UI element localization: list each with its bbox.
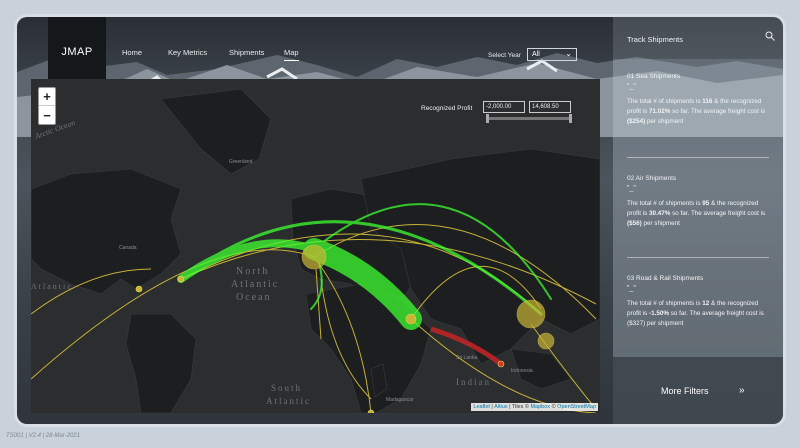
node [537,332,555,350]
card-heading: 03 Road & Rail Shipments [627,275,704,282]
osm-link[interactable]: OpenStreetMap [557,404,596,410]
card-dash: "_" [627,185,636,192]
card-body: The total # of shipments is 95 & the rec… [627,200,766,227]
south-america-shape [125,313,197,413]
year-select-value: All [532,51,540,58]
place-label: Canada [119,245,137,251]
nav-shipments[interactable]: Shipments [229,48,264,57]
card-heading: 01 Sea Shipments [627,73,681,80]
map-canvas[interactable]: North Atlantic Ocean South Atlantic Indi… [31,79,600,413]
card-dash: "_" [627,83,636,90]
mapbox-link[interactable]: Mapbox [530,404,550,410]
nav-key-metrics[interactable]: Key Metrics [168,48,207,57]
place-label: Indonesia [511,368,533,374]
node [497,360,505,368]
more-filters-label: More Filters [661,385,709,396]
ocean-label: Ocean [236,292,272,303]
node [135,285,143,293]
card-body: The total # of shipments is 116 & the re… [627,98,766,125]
double-chevron-right-icon: » [739,385,745,396]
shipment-map[interactable]: North Atlantic Ocean South Atlantic Indi… [31,79,600,413]
zoom-out-button[interactable]: − [39,106,55,124]
place-label: Madagascar [386,397,414,403]
place-label: Greenland [229,159,253,165]
nav-home[interactable]: Home [122,48,142,57]
node [516,299,546,329]
card-sea-shipments[interactable]: 01 Sea Shipments "_" The total # of ship… [627,73,769,127]
search-icon[interactable] [765,31,775,41]
slider-handle-max[interactable] [569,114,572,123]
zoom-in-button[interactable]: + [39,88,55,106]
leaflet-link[interactable]: Leaflet [473,404,490,410]
shipment-cards: 01 Sea Shipments "_" The total # of ship… [613,59,783,357]
divider [627,257,769,258]
ocean-label: South [271,383,302,393]
profit-min-input[interactable]: -2,000.00 [483,101,525,113]
node [405,313,417,325]
more-filters-button[interactable]: More Filters » [613,357,783,424]
app-logo[interactable]: JMAP [48,17,106,87]
node [177,275,185,283]
profit-range-slider[interactable] [486,114,572,123]
app-frame: JMAP Home Key Metrics Shipments Map Sele… [17,17,783,424]
year-select[interactable]: All ⌄ [527,48,577,61]
slider-handle-min[interactable] [486,114,489,123]
card-heading: 02 Air Shipments [627,175,677,182]
track-shipments-panel: Track Shipments 01 Sea Shipments "_" The… [613,17,783,424]
altius-link[interactable]: Altius [494,404,507,410]
ocean-label: Atlantic [31,282,73,291]
greenland-shape [160,88,272,175]
zoom-control: + − [38,87,56,125]
chevron-down-icon: ⌄ [565,49,572,58]
select-year-label: Select Year [488,52,521,59]
ocean-label: North [236,266,269,277]
recognized-profit-label: Recognized Profit [421,105,473,112]
nav-map[interactable]: Map [284,48,299,61]
panel-title: Track Shipments [627,35,683,44]
card-body: The total # of shipments is 12 & the rec… [627,300,764,327]
ocean-label: Atlantic [266,396,311,406]
node [301,244,327,270]
ocean-label: Atlantic [231,279,279,290]
card-road-rail-shipments[interactable]: 03 Road & Rail Shipments "_" The total #… [627,275,769,329]
card-dash: "_" [627,285,636,292]
divider [627,157,769,158]
profit-max-input[interactable]: 14,608.50 [529,101,571,113]
card-air-shipments[interactable]: 02 Air Shipments "_" The total # of ship… [627,175,769,229]
tiles-text: Tiles © [511,404,529,410]
copyright-text: © [551,404,556,410]
ocean-label: Indian [456,377,491,387]
version-footer: TS001 | V2.4 | 28-Mar-2021 [6,433,81,439]
map-attribution: Leaflet | Altius | Tiles © Mapbox © Open… [471,403,598,411]
